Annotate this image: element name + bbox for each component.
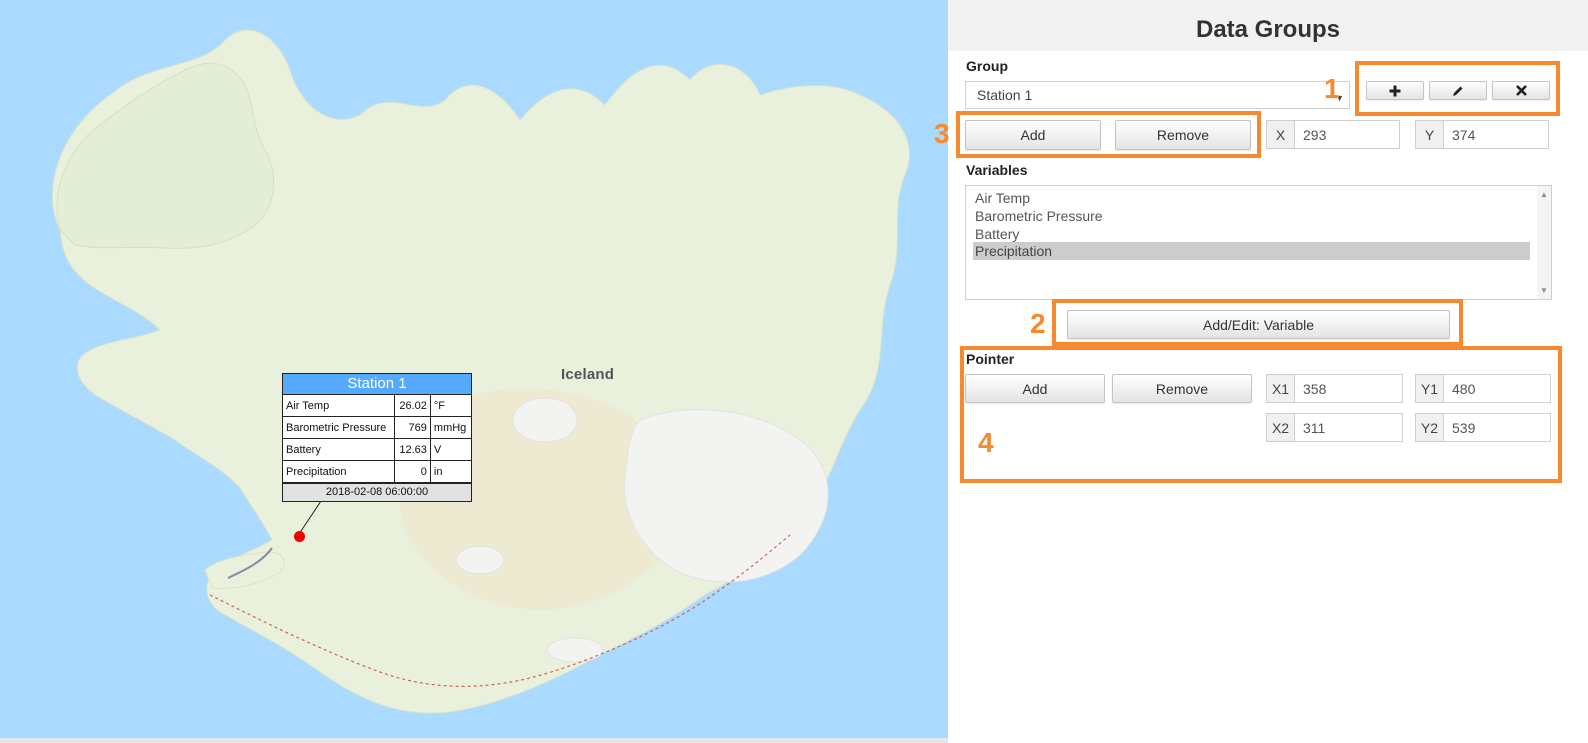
y-addon-label: Y	[1416, 121, 1444, 148]
popup-title: Station 1	[283, 374, 471, 395]
group-label: Group	[966, 58, 1008, 74]
popup-row: Air Temp 26.02 °F	[283, 395, 471, 417]
popup-var-value: 769	[393, 416, 431, 439]
popup-var-value: 12.63	[393, 438, 431, 461]
popup-row: Barometric Pressure 769 mmHg	[283, 416, 471, 439]
highlight-box-2	[1052, 299, 1463, 346]
highlight-box-4	[960, 346, 1562, 483]
highlight-box-1	[1355, 61, 1560, 116]
group-x-field: X	[1266, 120, 1400, 149]
iceland-land-shape	[51, 29, 910, 714]
popup-row: Battery 12.63 V	[283, 438, 471, 461]
map-view[interactable]: Iceland Station 1 Air Temp 26.02 °F Baro…	[0, 0, 948, 743]
station-marker[interactable]	[294, 531, 305, 542]
popup-var-unit: V	[429, 438, 471, 461]
variables-label: Variables	[966, 162, 1028, 178]
variable-item[interactable]: Battery	[973, 225, 1530, 243]
x-addon-label: X	[1267, 121, 1295, 148]
panel-title: Data Groups	[948, 0, 1588, 51]
station-popup[interactable]: Station 1 Air Temp 26.02 °F Barometric P…	[282, 373, 472, 502]
scroll-down-icon[interactable]: ▼	[1540, 286, 1548, 295]
group-y-input[interactable]	[1444, 121, 1548, 148]
popup-var-name: Barometric Pressure	[283, 416, 395, 439]
group-select-value: Station 1	[977, 87, 1033, 103]
list-scrollbar[interactable]: ▲ ▼	[1537, 186, 1551, 299]
annotation-number-1: 1	[1324, 73, 1340, 104]
group-select[interactable]: Station 1 ▼	[965, 81, 1350, 109]
annotation-number-3: 3	[934, 118, 950, 149]
popup-var-unit: mmHg	[429, 416, 471, 439]
group-y-field: Y	[1415, 120, 1549, 149]
popup-table: Air Temp 26.02 °F Barometric Pressure 76…	[283, 395, 471, 483]
annotation-number-4: 4	[978, 427, 994, 458]
popup-var-name: Precipitation	[283, 460, 395, 483]
popup-var-value: 0	[393, 460, 431, 483]
group-x-input[interactable]	[1295, 121, 1399, 148]
popup-var-unit: °F	[429, 395, 471, 417]
popup-var-name: Air Temp	[283, 395, 395, 417]
annotation-number-2: 2	[1030, 308, 1046, 339]
popup-row: Precipitation 0 in	[283, 460, 471, 483]
popup-timestamp: 2018-02-08 06:00:00	[283, 483, 471, 501]
variables-list[interactable]: Air Temp Barometric Pressure Battery Pre…	[965, 185, 1552, 300]
variable-item[interactable]: Barometric Pressure	[973, 207, 1530, 225]
highlight-box-3	[956, 111, 1261, 158]
popup-var-name: Battery	[283, 438, 395, 461]
variable-item[interactable]: Air Temp	[973, 189, 1530, 207]
scroll-up-icon[interactable]: ▲	[1540, 190, 1548, 199]
popup-var-unit: in	[429, 460, 471, 483]
popup-var-value: 26.02	[393, 395, 431, 417]
map-place-label: Iceland	[561, 366, 615, 383]
variable-item-selected[interactable]: Precipitation	[973, 242, 1530, 260]
